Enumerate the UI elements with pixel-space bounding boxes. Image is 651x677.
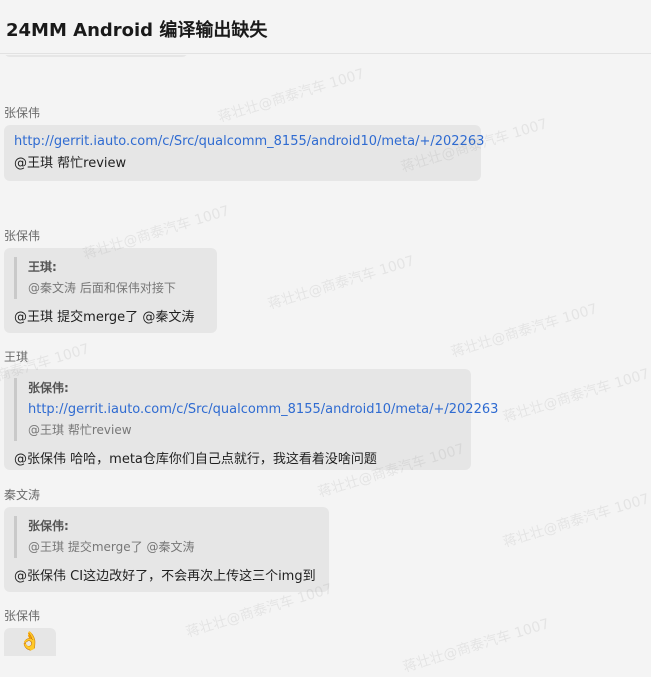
message-sender: 张保伟 xyxy=(4,609,41,623)
quoted-message[interactable]: 王琪: @秦文涛 后面和保伟对接下 xyxy=(14,257,207,299)
quoted-mention: @王琪 xyxy=(28,423,65,437)
message-list[interactable]: 张保伟 http://gerrit.iauto.com/c/Src/qualco… xyxy=(0,55,651,656)
chat-header: 24MM Android 编译输出缺失 xyxy=(0,0,651,54)
quoted-mention: @秦文涛 xyxy=(146,540,195,554)
mention[interactable]: @王琪 xyxy=(14,310,53,325)
message-sender: 张保伟 xyxy=(4,229,41,243)
quoted-sender: 王琪: xyxy=(28,260,57,274)
message-sender: 秦文涛 xyxy=(4,488,41,502)
message-bubble: 张保伟: @王琪 提交merge了 @秦文涛 @张保伟 CI这边改好了，不会再次… xyxy=(4,507,329,592)
quoted-sender: 张保伟: xyxy=(28,381,69,395)
message-sender: 张保伟 xyxy=(4,106,41,120)
mention[interactable]: @王琪 xyxy=(14,156,53,171)
mention[interactable]: @张保伟 xyxy=(14,569,66,584)
quoted-text: 后面和保伟对接下 xyxy=(79,281,176,295)
gerrit-link[interactable]: http://gerrit.iauto.com/c/Src/qualcomm_8… xyxy=(14,134,484,149)
ok-hand-emoji-icon: 👌 xyxy=(18,631,42,652)
message-text: CI这边改好了，不会再次上传这三个img到 xyxy=(70,569,316,584)
message-text: 哈哈，meta仓库你们自己点就行，我这看着没啥问题 xyxy=(70,452,377,467)
emoji-message-bubble: 👌 xyxy=(4,628,56,656)
quoted-text: 提交merge了 xyxy=(67,540,143,554)
quoted-mention: @秦文涛 xyxy=(28,281,77,295)
mention[interactable]: @张保伟 xyxy=(14,452,66,467)
quoted-message[interactable]: 张保伟: @王琪 提交merge了 @秦文涛 xyxy=(14,516,319,558)
message-bubble: http://gerrit.iauto.com/c/Src/qualcomm_8… xyxy=(4,125,484,181)
quoted-message[interactable]: 张保伟: http://gerrit.iauto.com/c/Src/qualc… xyxy=(14,378,498,441)
message-bubble: 张保伟: http://gerrit.iauto.com/c/Src/qualc… xyxy=(4,369,498,470)
quoted-sender: 张保伟: xyxy=(28,519,69,533)
message-bubble: 王琪: @秦文涛 后面和保伟对接下 @王琪 提交merge了 @秦文涛 xyxy=(4,248,217,333)
message-text: 帮忙review xyxy=(57,156,127,171)
message-sender: 王琪 xyxy=(4,350,29,364)
mention[interactable]: @秦文涛 xyxy=(142,310,194,325)
quoted-gerrit-link[interactable]: http://gerrit.iauto.com/c/Src/qualcomm_8… xyxy=(28,402,498,417)
chat-title: 24MM Android 编译输出缺失 xyxy=(6,20,268,41)
previous-message-bubble-fragment xyxy=(4,55,188,57)
quoted-text: 帮忙review xyxy=(67,423,132,437)
quoted-mention: @王琪 xyxy=(28,540,65,554)
message-text: 提交merge了 xyxy=(57,310,139,325)
